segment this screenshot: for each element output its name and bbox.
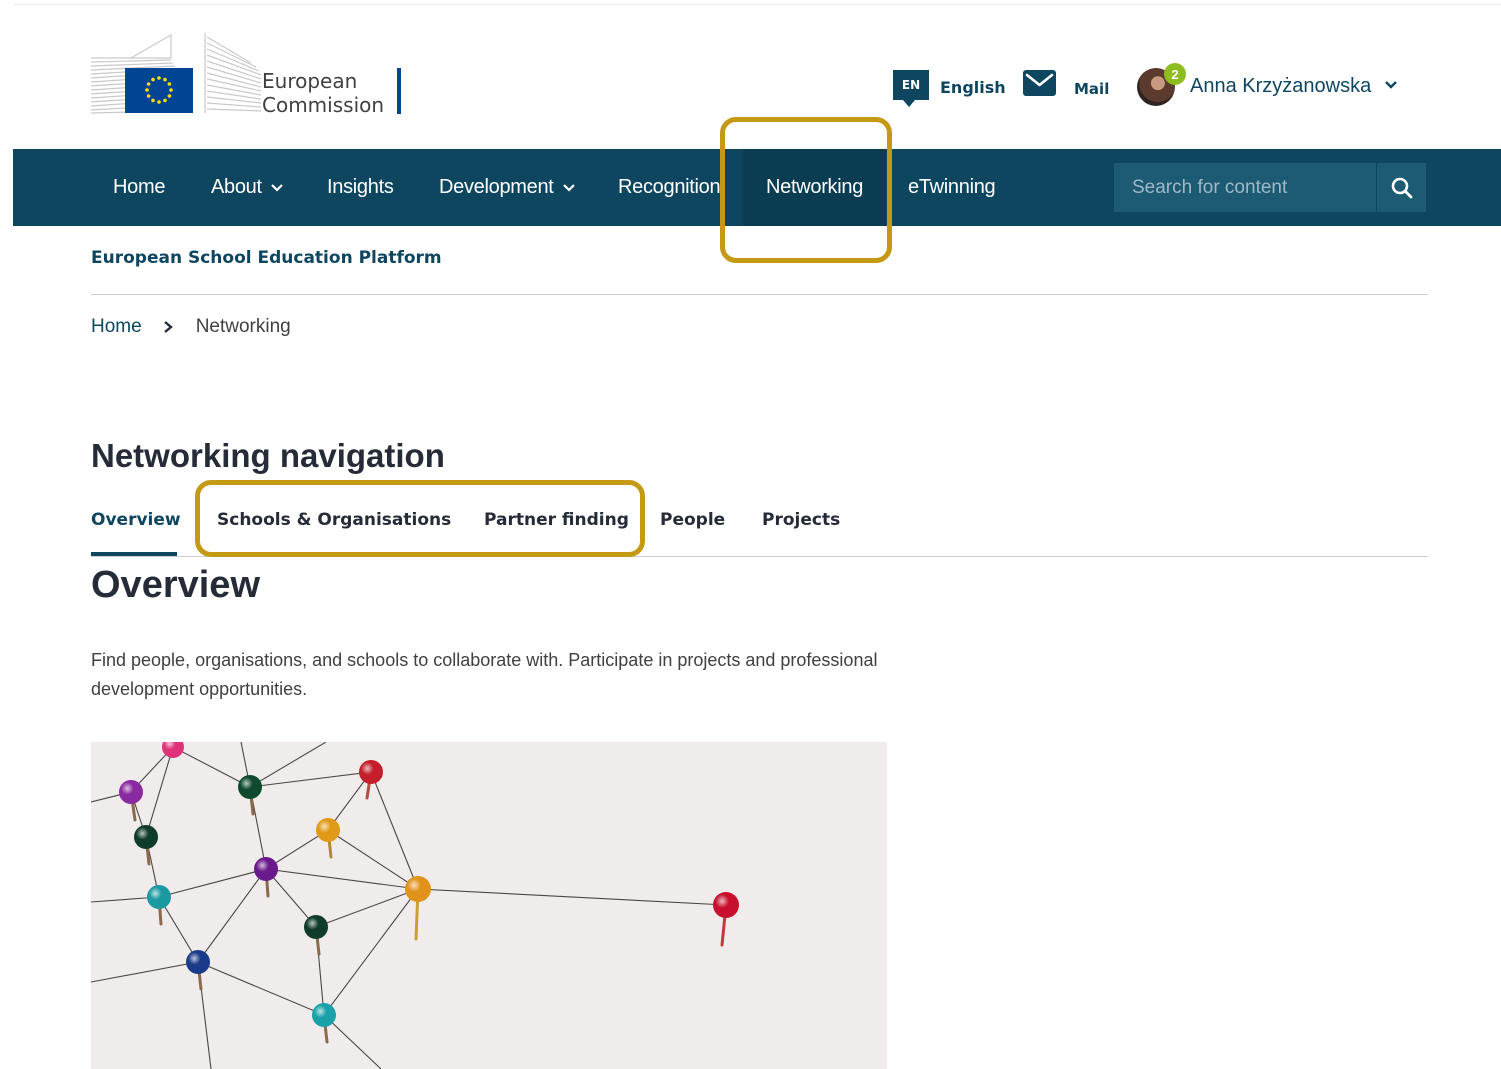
- nav-about[interactable]: About: [211, 149, 284, 226]
- nav-insights[interactable]: Insights: [327, 149, 394, 226]
- nav-networking[interactable]: Networking: [743, 149, 887, 226]
- nav-development[interactable]: Development: [439, 149, 576, 226]
- logo-wordmark: European Commission: [262, 69, 385, 117]
- tab-projects[interactable]: Projects: [762, 510, 840, 530]
- tab-people[interactable]: People: [660, 510, 725, 530]
- divider: [91, 294, 1428, 295]
- chevron-down-icon: [562, 183, 575, 192]
- chevron-down-icon: [271, 183, 283, 192]
- nav-etwinning[interactable]: eTwinning: [908, 149, 996, 226]
- language-badge[interactable]: EN: [893, 70, 929, 107]
- tab-schools-organisations[interactable]: Schools & Organisations: [217, 510, 451, 530]
- chevron-down-icon[interactable]: [1383, 77, 1399, 93]
- tab-partner-finding[interactable]: Partner finding: [484, 510, 629, 530]
- tabs-divider: [91, 556, 1428, 557]
- mail-icon[interactable]: [1023, 70, 1056, 96]
- page-heading: Overview: [91, 564, 260, 606]
- top-divider: [13, 4, 1501, 5]
- search-button[interactable]: [1376, 163, 1426, 212]
- tab-overview[interactable]: Overview: [91, 510, 181, 530]
- breadcrumb-current: Networking: [195, 316, 291, 337]
- language-selector[interactable]: English: [940, 78, 1006, 97]
- section-title: Networking navigation: [91, 437, 445, 474]
- mail-link[interactable]: Mail: [1074, 80, 1109, 98]
- breadcrumb: Home Networking: [91, 316, 291, 338]
- site-name[interactable]: European School Education Platform: [91, 248, 442, 268]
- nav-recognition[interactable]: Recognition: [618, 149, 721, 226]
- nav-home[interactable]: Home: [113, 149, 165, 226]
- search-input[interactable]: Search for content: [1114, 163, 1376, 212]
- chevron-right-icon: [163, 321, 173, 333]
- logo-divider: [397, 68, 401, 114]
- notification-badge[interactable]: 2: [1164, 63, 1186, 85]
- intro-text: Find people, organisations, and schools …: [91, 650, 878, 699]
- breadcrumb-home-link[interactable]: Home: [91, 316, 142, 338]
- search-icon: [1391, 177, 1412, 198]
- user-menu[interactable]: Anna Krzyżanowska: [1190, 75, 1371, 98]
- networking-hero-image: [91, 742, 887, 1069]
